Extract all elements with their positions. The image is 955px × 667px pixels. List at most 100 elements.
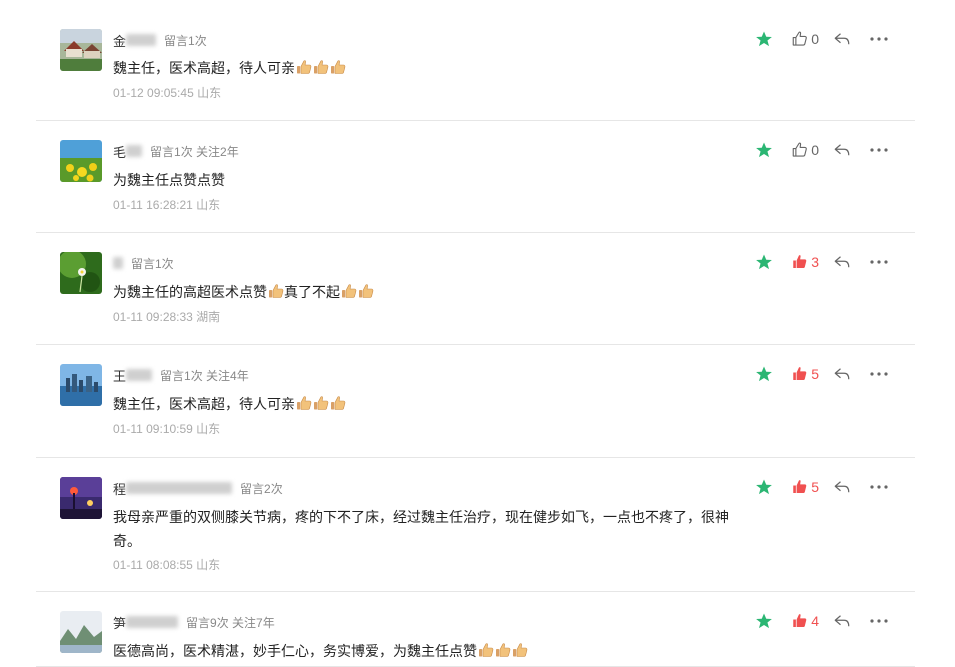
comment-time: 01-11 09:10:59 山东 — [113, 422, 221, 436]
star-icon — [756, 613, 773, 629]
reply-icon — [834, 33, 850, 45]
thumbs-up-icon — [792, 31, 808, 46]
feature-button[interactable] — [755, 612, 773, 630]
user-nickname[interactable]: 毛 — [113, 142, 126, 161]
thumbs-up-emoji — [330, 58, 346, 74]
user-meta: 留言1次 关注4年 — [160, 368, 249, 383]
more-button[interactable] — [869, 253, 889, 271]
more-button[interactable] — [869, 478, 889, 496]
user-meta: 留言2次 — [240, 481, 283, 496]
comment-actions: 5 — [741, 364, 889, 384]
like-button[interactable]: 0 — [791, 141, 819, 159]
comment-time: 01-11 08:08:55 山东 — [113, 558, 221, 572]
reply-button[interactable] — [833, 141, 851, 159]
reply-icon — [834, 615, 850, 627]
avatar[interactable] — [60, 364, 102, 406]
like-count: 0 — [811, 142, 819, 158]
feature-button[interactable] — [755, 478, 773, 496]
reply-button[interactable] — [833, 365, 851, 383]
comment-text: 为魏主任点赞点赞 — [113, 168, 733, 192]
nickname-mask — [113, 257, 123, 269]
star-icon — [756, 142, 773, 158]
emoji-row — [295, 60, 346, 76]
like-count: 4 — [811, 613, 819, 629]
comment-text-body: 为魏主任点赞点赞 — [113, 172, 225, 188]
avatar[interactable] — [60, 140, 102, 182]
reply-icon — [834, 144, 850, 156]
user-nickname[interactable]: 笋 — [113, 613, 126, 632]
like-count: 0 — [811, 31, 819, 47]
comment-item: 留言1次 为魏主任的高超医术点赞 真了不起 01-11 09:28:33 湖南 3 — [36, 233, 915, 345]
comment-text-body: 医德高尚，医术精湛，妙手仁心，务实博爱，为魏主任点赞 — [113, 643, 477, 659]
avatar[interactable] — [60, 252, 102, 294]
comment-text: 为魏主任的高超医术点赞 真了不起 — [113, 280, 733, 304]
feature-button[interactable] — [755, 253, 773, 271]
thumbs-up-icon — [792, 142, 808, 157]
user-nickname[interactable]: 金 — [113, 31, 126, 50]
like-count: 5 — [811, 479, 819, 495]
comment-text-body: 我母亲严重的双侧膝关节病，疼的下不了床，经过魏主任治疗，现在健步如飞，一点也不疼… — [113, 509, 729, 549]
comment-list: 金 留言1次 魏主任，医术高超，待人可亲 01-12 09:05:45 山东 0… — [36, 0, 915, 667]
thumbs-up-emoji — [296, 58, 312, 74]
feature-button[interactable] — [755, 365, 773, 383]
user-nickname[interactable]: 程 — [113, 479, 126, 498]
comment-time: 01-12 09:05:45 山东 — [113, 86, 222, 100]
comment-actions: 5 — [741, 477, 889, 497]
thumbs-up-emoji — [330, 394, 346, 410]
like-count: 5 — [811, 366, 819, 382]
more-icon — [870, 37, 888, 41]
more-button[interactable] — [869, 30, 889, 48]
star-icon — [756, 366, 773, 382]
user-meta: 留言9次 关注7年 — [186, 615, 275, 630]
thumbs-up-icon — [793, 614, 807, 627]
comment-header: 金 留言1次 — [113, 31, 207, 49]
nickname-mask — [126, 34, 157, 46]
comment-header: 毛 留言1次 关注2年 — [113, 142, 239, 160]
user-meta: 留言1次 — [131, 256, 174, 271]
thumbs-up-icon — [793, 255, 807, 268]
reply-icon — [834, 368, 850, 380]
more-icon — [870, 260, 888, 264]
comment-actions: 3 — [741, 252, 889, 272]
avatar[interactable] — [60, 29, 102, 71]
comment-text: 魏主任，医术高超，待人可亲 — [113, 392, 733, 416]
reply-button[interactable] — [833, 30, 851, 48]
star-icon — [756, 254, 773, 270]
comment-item: 毛 留言1次 关注2年 为魏主任点赞点赞 01-11 16:28:21 山东 0 — [36, 121, 915, 233]
thumbs-up-icon — [793, 480, 807, 493]
comment-item: 笋 留言9次 关注7年 医德高尚，医术精湛，妙手仁心，务实博爱，为魏主任点赞 4 — [36, 592, 915, 667]
avatar[interactable] — [60, 477, 102, 519]
like-count: 3 — [811, 254, 819, 270]
star-icon — [756, 31, 773, 47]
like-button[interactable]: 0 — [791, 30, 819, 48]
more-icon — [870, 619, 888, 623]
comment-text-tail: 真了不起 — [284, 284, 340, 300]
reply-button[interactable] — [833, 253, 851, 271]
emoji-row — [340, 284, 374, 300]
comment-text: 我母亲严重的双侧膝关节病，疼的下不了床，经过魏主任治疗，现在健步如飞，一点也不疼… — [113, 505, 733, 553]
nickname-mask — [126, 616, 179, 628]
comment-header: 留言1次 — [113, 254, 174, 272]
like-button[interactable]: 3 — [791, 253, 819, 271]
reply-button[interactable] — [833, 612, 851, 630]
comment-header: 笋 留言9次 关注7年 — [113, 613, 275, 631]
reply-button[interactable] — [833, 478, 851, 496]
more-button[interactable] — [869, 141, 889, 159]
more-button[interactable] — [869, 612, 889, 630]
avatar[interactable] — [60, 611, 102, 653]
comment-text-body: 魏主任，医术高超，待人可亲 — [113, 60, 295, 76]
like-button[interactable]: 5 — [791, 365, 819, 383]
comment-actions: 0 — [741, 140, 889, 160]
feature-button[interactable] — [755, 141, 773, 159]
user-nickname[interactable]: 王 — [113, 366, 126, 385]
nickname-mask — [126, 482, 233, 494]
nickname-mask — [126, 145, 143, 157]
comment-item: 金 留言1次 魏主任，医术高超，待人可亲 01-12 09:05:45 山东 0 — [36, 0, 915, 121]
thumbs-up-emoji — [268, 282, 284, 298]
comment-time: 01-11 16:28:21 山东 — [113, 198, 221, 212]
more-button[interactable] — [869, 365, 889, 383]
comment-time: 01-11 09:28:33 湖南 — [113, 310, 221, 324]
like-button[interactable]: 4 — [791, 612, 819, 630]
feature-button[interactable] — [755, 30, 773, 48]
like-button[interactable]: 5 — [791, 478, 819, 496]
